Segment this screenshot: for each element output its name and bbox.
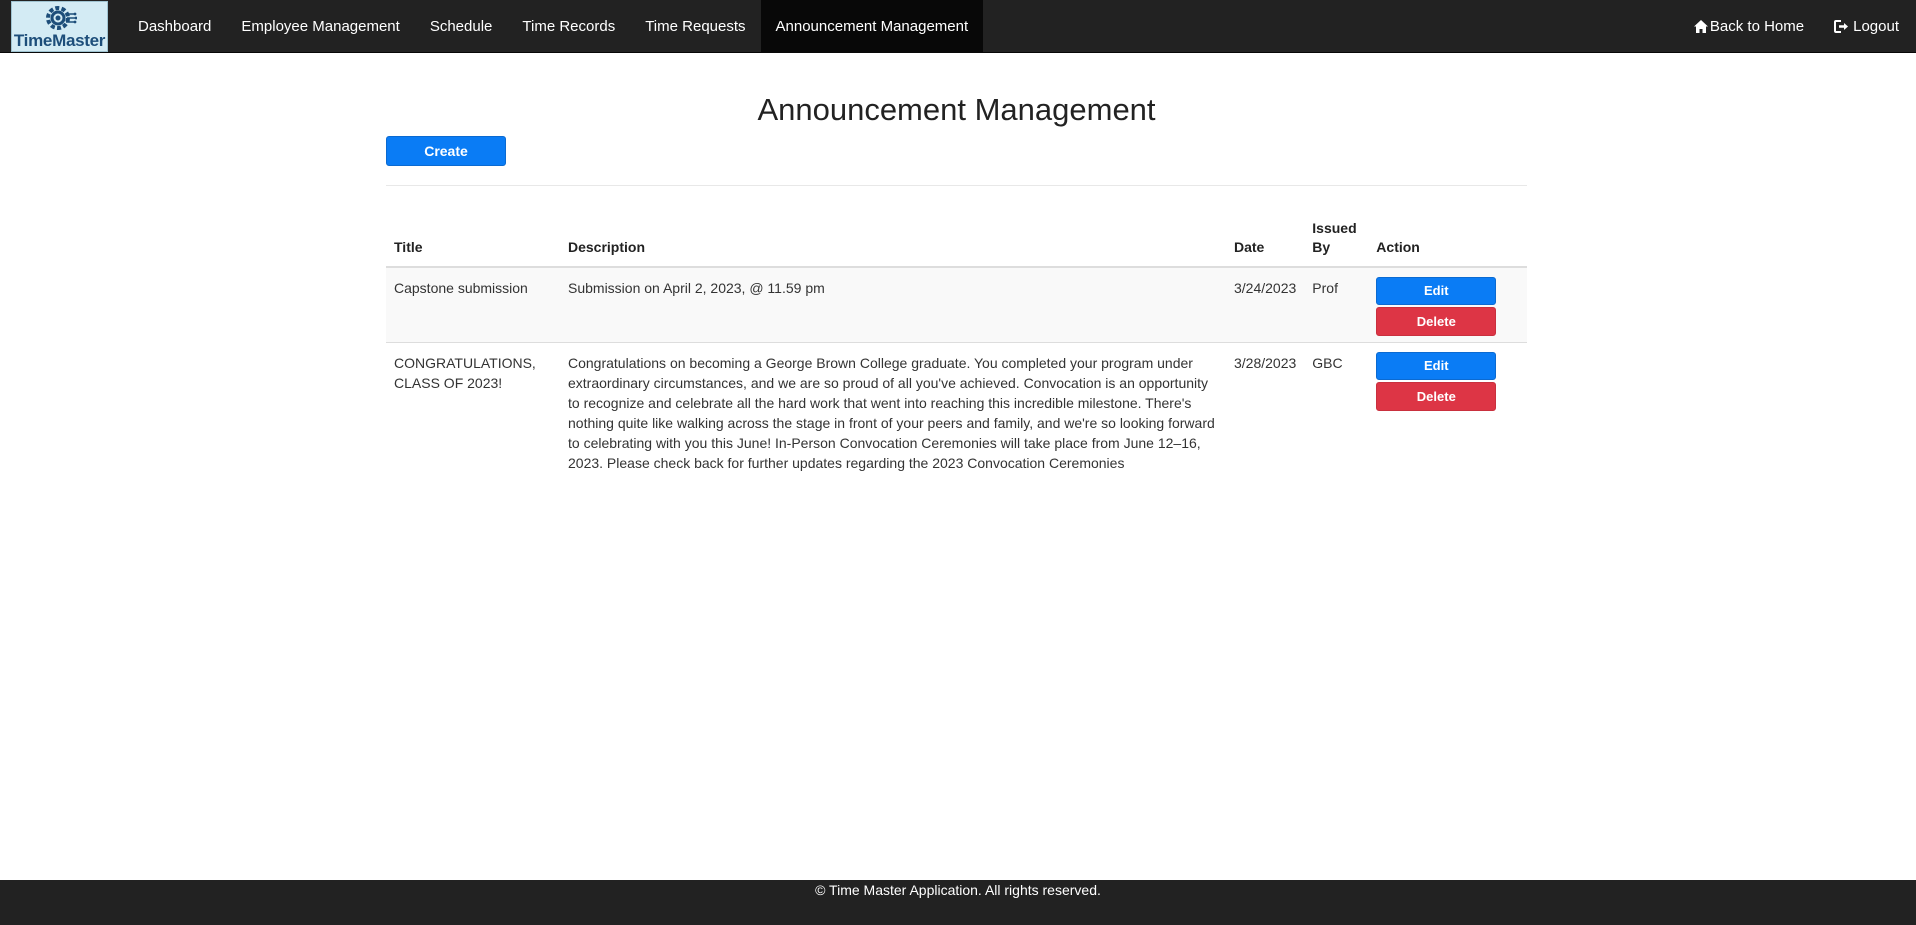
cell-date: 3/28/2023 — [1226, 342, 1305, 481]
footer-copyright: © Time Master Application. All rights re… — [815, 882, 1101, 898]
gear-logo-icon — [45, 6, 77, 30]
delete-button[interactable]: Delete — [1376, 307, 1497, 336]
delete-button[interactable]: Delete — [1376, 382, 1497, 411]
nav-item-time-requests[interactable]: Time Requests — [630, 0, 760, 52]
cell-action: Edit Delete — [1368, 267, 1527, 343]
cell-title: CONGRATULATIONS, CLASS OF 2023! — [386, 342, 560, 481]
header-title: Title — [386, 212, 560, 268]
nav-item-dashboard[interactable]: Dashboard — [123, 0, 226, 52]
cell-action: Edit Delete — [1368, 342, 1527, 481]
top-navbar: TimeMaster Dashboard Employee Management… — [0, 0, 1916, 53]
cell-issued-by: Prof — [1304, 267, 1369, 343]
table-header-row: Title Description Date Issued By Action — [386, 212, 1527, 268]
table-row: Capstone submission Submission on April … — [386, 267, 1527, 343]
app-logo[interactable]: TimeMaster — [11, 1, 108, 52]
nav-item-announcement-management[interactable]: Announcement Management — [760, 0, 984, 52]
cell-issued-by: GBC — [1304, 342, 1369, 481]
header-issued-by: Issued By — [1304, 212, 1369, 268]
divider — [386, 185, 1527, 186]
nav-item-employee-management[interactable]: Employee Management — [226, 0, 414, 52]
create-button[interactable]: Create — [386, 136, 506, 166]
cell-description: Congratulations on becoming a George Bro… — [560, 342, 1226, 481]
cell-date: 3/24/2023 — [1226, 267, 1305, 343]
header-action: Action — [1368, 212, 1527, 268]
home-icon — [1693, 19, 1708, 33]
footer: © Time Master Application. All rights re… — [0, 880, 1916, 925]
back-to-home-link[interactable]: Back to Home — [1679, 0, 1819, 52]
logout-icon — [1834, 19, 1849, 33]
nav-item-schedule[interactable]: Schedule — [415, 0, 508, 52]
edit-button[interactable]: Edit — [1376, 352, 1497, 380]
nav-item-time-records[interactable]: Time Records — [507, 0, 630, 52]
logout-link[interactable]: Logout — [1819, 0, 1914, 52]
nav-links: Dashboard Employee Management Schedule T… — [123, 0, 984, 52]
page-title: Announcement Management — [757, 92, 1156, 127]
table-row: CONGRATULATIONS, CLASS OF 2023! Congratu… — [386, 342, 1527, 481]
cell-description: Submission on April 2, 2023, @ 11.59 pm — [560, 267, 1226, 343]
logout-label: Logout — [1853, 17, 1899, 35]
back-to-home-label: Back to Home — [1709, 17, 1805, 35]
nav-right: Back to Home Logout — [1679, 0, 1914, 52]
cell-title: Capstone submission — [386, 267, 560, 343]
logo-text: TimeMaster — [13, 31, 106, 50]
header-date: Date — [1226, 212, 1305, 268]
main-content: Announcement Management Create Title Des… — [386, 53, 1527, 481]
announcements-table: Title Description Date Issued By Action … — [386, 212, 1527, 481]
header-description: Description — [560, 212, 1226, 268]
edit-button[interactable]: Edit — [1376, 277, 1497, 305]
